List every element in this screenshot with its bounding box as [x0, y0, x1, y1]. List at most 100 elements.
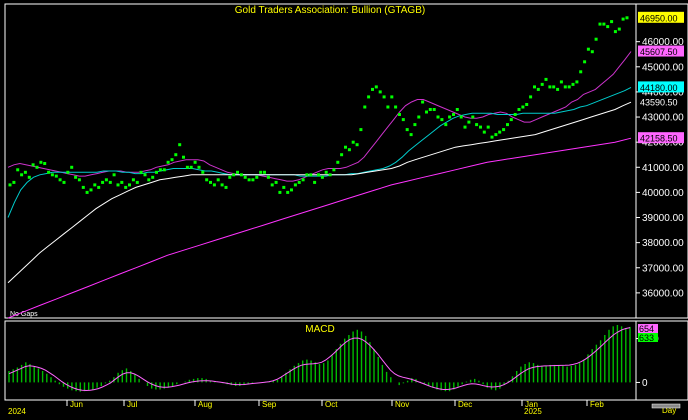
price-point: [85, 190, 89, 194]
price-point: [43, 162, 47, 165]
price-point: [174, 153, 178, 157]
price-point: [297, 180, 301, 184]
price-point: [166, 160, 170, 164]
price-point: [301, 178, 305, 182]
price-point: [405, 128, 409, 132]
x-month-label: Jun: [70, 400, 83, 409]
price-point: [317, 173, 320, 177]
price-point: [274, 180, 278, 184]
price-point: [563, 85, 567, 89]
price-point: [556, 87, 560, 91]
price-point: [77, 178, 81, 182]
value-label-3: 43590.50: [640, 98, 678, 108]
price-point: [455, 108, 459, 111]
price-point: [266, 175, 270, 179]
main-plot-frame: [4, 3, 637, 319]
price-point: [162, 168, 166, 172]
price-point: [390, 95, 394, 99]
price-point: [425, 110, 428, 114]
price-point: [494, 133, 498, 137]
price-point: [236, 170, 239, 174]
price-point: [459, 115, 463, 119]
price-point: [479, 125, 482, 129]
price-point: [50, 173, 54, 177]
price-point: [54, 174, 58, 178]
price-point: [104, 178, 108, 182]
y-tick-label: 39000.00: [642, 213, 684, 224]
price-point: [220, 183, 224, 187]
price-point: [359, 128, 363, 132]
price-point: [81, 185, 85, 189]
price-point: [290, 188, 293, 192]
price-point: [293, 183, 297, 187]
price-point: [452, 113, 455, 116]
price-point: [58, 178, 62, 182]
price-point: [336, 160, 340, 164]
price-point: [39, 160, 43, 164]
price-point: [243, 175, 247, 179]
price-point: [428, 108, 432, 111]
price-point: [475, 123, 479, 127]
x-month-label: Dec: [458, 400, 472, 409]
y-tick-label: 40000.00: [642, 188, 684, 199]
price-point: [506, 123, 509, 127]
price-point: [486, 125, 490, 129]
price-point: [444, 123, 448, 127]
price-point: [139, 170, 143, 174]
price-point: [328, 173, 332, 177]
price-point: [340, 153, 344, 157]
price-point: [482, 130, 486, 134]
y-tick-label: 43000.00: [642, 113, 684, 124]
price-point: [378, 90, 382, 94]
price-point: [31, 163, 35, 167]
price-point: [155, 170, 158, 174]
price-point: [594, 37, 598, 41]
price-point: [263, 170, 266, 174]
price-point: [16, 168, 20, 172]
price-point: [544, 77, 548, 81]
price-point: [124, 185, 128, 189]
price-point: [62, 180, 66, 184]
price-point: [247, 178, 251, 182]
price-point: [309, 173, 313, 177]
price-point: [347, 148, 351, 152]
price-point: [598, 22, 602, 26]
x-month-label: Nov: [395, 400, 409, 409]
chart-title: Gold Traders Association: Bullion (GTAGB…: [235, 5, 425, 16]
price-point: [363, 105, 367, 109]
price-point: [567, 85, 571, 89]
y-tick-label: 38000.00: [642, 238, 684, 249]
price-point: [178, 143, 182, 147]
price-point: [70, 165, 74, 169]
price-point: [525, 103, 529, 106]
y-tick-label: 37000.00: [642, 263, 684, 274]
price-point: [135, 180, 139, 184]
price-point: [8, 183, 12, 187]
y-tick-label: 36000.00: [642, 288, 684, 299]
price-point: [432, 108, 436, 111]
price-point: [108, 180, 112, 184]
price-point: [228, 175, 232, 179]
price-point: [128, 183, 131, 187]
x-year-label: 2024: [8, 407, 26, 416]
price-point: [533, 85, 536, 89]
macd-y-tick-label: 0: [642, 378, 648, 389]
price-point: [320, 175, 324, 179]
macd-value-label-1: 633: [639, 333, 654, 343]
price-point: [583, 60, 587, 64]
price-point: [224, 185, 228, 189]
price-point: [401, 118, 405, 122]
price-point: [158, 168, 162, 172]
price-point: [93, 183, 97, 187]
price-point: [239, 173, 243, 177]
value-label-2: 44180.00: [640, 83, 678, 93]
price-point: [386, 105, 390, 109]
price-point: [367, 95, 371, 99]
price-point: [270, 183, 274, 187]
price-point: [97, 185, 101, 189]
price-point: [282, 185, 286, 189]
price-point: [613, 30, 617, 34]
price-point: [517, 108, 521, 111]
price-point: [552, 85, 556, 89]
chart-window: 36000.00 37000.00 38000.00 39000.00 40000.00…: [0, 0, 688, 420]
